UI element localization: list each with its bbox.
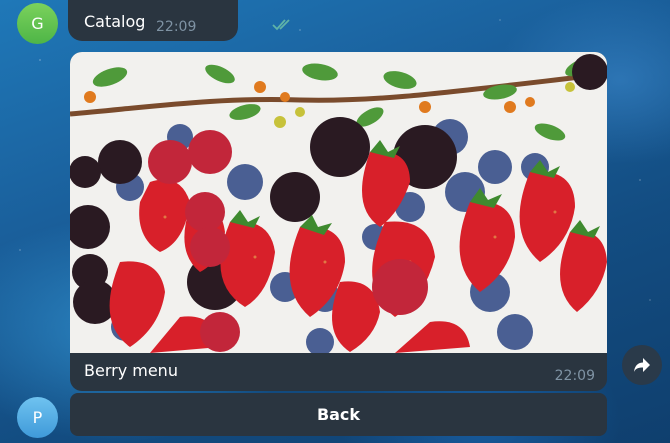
back-button-label: Back <box>316 405 361 424</box>
berries-photo[interactable] <box>70 52 607 353</box>
media-caption: Berry menu <box>84 361 178 380</box>
back-button[interactable]: Back <box>70 393 607 436</box>
user-avatar[interactable]: P <box>17 397 58 438</box>
forward-button[interactable] <box>622 345 662 385</box>
double-check-icon <box>272 19 290 31</box>
media-message-bubble[interactable]: Berry menu 22:09 <box>70 52 607 391</box>
forward-arrow-icon <box>634 358 650 372</box>
user-avatar-initial: P <box>32 408 43 427</box>
message-time: 22:09 <box>156 19 197 35</box>
message-text: Catalog <box>84 12 146 31</box>
media-time: 22:09 <box>554 368 595 384</box>
sender-avatar-initial: G <box>31 14 44 33</box>
catalog-message-bubble[interactable]: Catalog 22:09 <box>68 0 290 41</box>
sender-avatar[interactable]: G <box>17 3 58 44</box>
